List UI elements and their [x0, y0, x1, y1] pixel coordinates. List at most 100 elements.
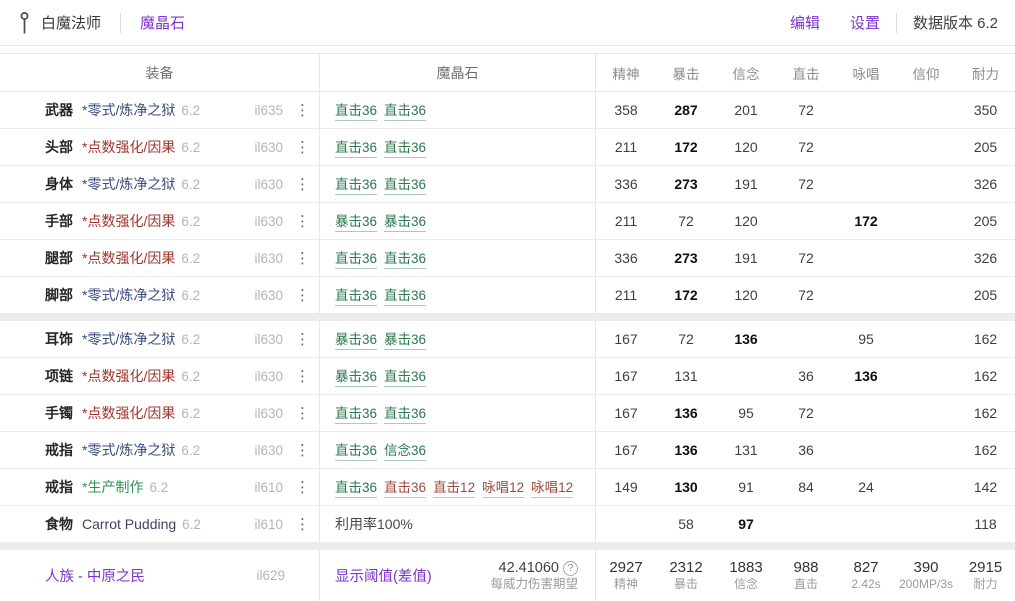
stat-value: 273 [656, 176, 716, 192]
materia-cell: 利用率100% [320, 506, 596, 542]
show-threshold-link[interactable]: 显示阈值(差值) [335, 565, 432, 586]
stat-value: 167 [596, 331, 656, 347]
tab-materia[interactable]: 魔晶石 [140, 12, 185, 33]
stat-value: 136 [836, 368, 896, 384]
race-link[interactable]: 人族 - 中原之民 [45, 565, 145, 586]
kebab-menu-icon[interactable]: ⋮ [295, 175, 307, 193]
materia-link[interactable]: 直击36 [335, 476, 377, 498]
total-stat-label: 信念 [716, 577, 776, 592]
slot-label: 脚部 [45, 285, 73, 305]
item-name-link[interactable]: *零式/炼净之狱 [82, 329, 175, 349]
stats-cell: 21117212072205 [596, 277, 1015, 313]
kebab-menu-icon[interactable]: ⋮ [295, 249, 307, 267]
edit-button[interactable]: 编辑 [790, 12, 820, 33]
topbar: 白魔法师 魔晶石 编辑 设置 数据版本 6.2 [0, 0, 1015, 46]
equipment-cell: 项链*点数强化/因果6.2il630⋮ [0, 358, 320, 394]
stats-cell: 21172120172205 [596, 203, 1015, 239]
table-row: 武器*零式/炼净之狱6.2il635⋮直击36直击363582872017235… [0, 92, 1015, 129]
table-row: 戒指*生产制作6.2il610⋮直击36直击36直击12咏唱12咏唱121491… [0, 469, 1015, 506]
materia-link[interactable]: 直击36 [384, 173, 426, 195]
stat-value: 336 [596, 176, 656, 192]
materia-link[interactable]: 直击36 [384, 247, 426, 269]
kebab-menu-icon[interactable]: ⋮ [295, 404, 307, 422]
materia-link[interactable]: 咏唱12 [531, 476, 573, 498]
slot-label: 手镯 [45, 403, 73, 423]
item-name-link[interactable]: *点数强化/因果 [82, 366, 175, 386]
materia-link[interactable]: 暴击36 [384, 328, 426, 350]
item-name-link[interactable]: *零式/炼净之狱 [82, 285, 175, 305]
stat-value: 201 [716, 102, 776, 118]
slot-label: 武器 [45, 100, 73, 120]
materia-cell: 直击36 直击36 直击12 咏唱12 咏唱12 [320, 469, 596, 505]
settings-button[interactable]: 设置 [850, 12, 880, 33]
stat-value: 72 [776, 287, 836, 303]
slot-label: 头部 [45, 137, 73, 157]
item-name-link[interactable]: *点数强化/因果 [82, 403, 175, 423]
materia-link[interactable]: 直击36 [384, 136, 426, 158]
materia-link[interactable]: 直击36 [335, 284, 377, 306]
materia-link[interactable]: 直击36 [384, 284, 426, 306]
header-equipment: 装备 [0, 54, 320, 91]
item-name-link[interactable]: *零式/炼净之狱 [82, 100, 175, 120]
materia-link[interactable]: 暴击36 [335, 328, 377, 350]
stat-value: 162 [956, 442, 1015, 458]
kebab-menu-icon[interactable]: ⋮ [295, 441, 307, 459]
item-name-link[interactable]: *点数强化/因果 [82, 211, 175, 231]
materia-link[interactable]: 直击36 [384, 476, 426, 498]
kebab-menu-icon[interactable]: ⋮ [295, 101, 307, 119]
materia-link[interactable]: 直击36 [335, 136, 377, 158]
equipment-cell: 戒指*零式/炼净之狱6.2il630⋮ [0, 432, 320, 468]
materia-link[interactable]: 信念36 [384, 439, 426, 461]
slot-label: 腿部 [45, 248, 73, 268]
header-stat-vitality: 耐力 [956, 63, 1015, 83]
kebab-menu-icon[interactable]: ⋮ [295, 138, 307, 156]
materia-link[interactable]: 直击36 [384, 365, 426, 387]
equipment-cell: 武器*零式/炼净之狱6.2il635⋮ [0, 92, 320, 128]
item-name-link[interactable]: *零式/炼净之狱 [82, 440, 175, 460]
stat-value: 350 [956, 102, 1015, 118]
materia-link[interactable]: 直击36 [335, 439, 377, 461]
totals-stats: 2927精神2312暴击1883信念988直击8272.42s390200MP/… [596, 550, 1015, 601]
slot-label: 戒指 [45, 477, 73, 497]
materia-link[interactable]: 暴击36 [335, 365, 377, 387]
materia-link[interactable]: 直击36 [384, 99, 426, 121]
total-stat-column: 390200MP/3s [896, 559, 956, 593]
kebab-menu-icon[interactable]: ⋮ [295, 367, 307, 385]
total-stat-value: 2915 [956, 559, 1015, 578]
item-name-link[interactable]: Carrot Pudding [82, 516, 176, 532]
item-name-link[interactable]: *点数强化/因果 [82, 137, 175, 157]
item-name-link[interactable]: *零式/炼净之狱 [82, 174, 175, 194]
help-icon[interactable]: ? [563, 561, 578, 576]
item-level: il630 [254, 443, 283, 458]
kebab-menu-icon[interactable]: ⋮ [295, 286, 307, 304]
stat-value: 95 [716, 405, 776, 421]
item-name-link[interactable]: *生产制作 [82, 477, 143, 497]
materia-link[interactable]: 暴击36 [335, 210, 377, 232]
materia-link[interactable]: 直击12 [433, 476, 475, 498]
materia-link[interactable]: 直击36 [384, 402, 426, 424]
stats-cell: 33627319172326 [596, 240, 1015, 276]
total-stat-label: 精神 [596, 577, 656, 592]
stat-value: 205 [956, 139, 1015, 155]
kebab-menu-icon[interactable]: ⋮ [295, 478, 307, 496]
materia-cell: 直击36 直击36 [320, 395, 596, 431]
materia-link[interactable]: 直击36 [335, 402, 377, 424]
kebab-menu-icon[interactable]: ⋮ [295, 330, 307, 348]
stat-value: 142 [956, 479, 1015, 495]
table-row: 戒指*零式/炼净之狱6.2il630⋮直击36信念361671361313616… [0, 432, 1015, 469]
stat-value: 167 [596, 368, 656, 384]
kebab-menu-icon[interactable]: ⋮ [295, 515, 307, 533]
kebab-menu-icon[interactable]: ⋮ [295, 212, 307, 230]
materia-link[interactable]: 直击36 [335, 247, 377, 269]
materia-link[interactable]: 直击36 [335, 99, 377, 121]
stat-value: 72 [776, 250, 836, 266]
item-name-link[interactable]: *点数强化/因果 [82, 248, 175, 268]
stat-value: 36 [776, 368, 836, 384]
stat-value: 287 [656, 102, 716, 118]
materia-link[interactable]: 直击36 [335, 173, 377, 195]
table-row: 身体*零式/炼净之狱6.2il630⋮直击36直击363362731917232… [0, 166, 1015, 203]
materia-link[interactable]: 咏唱12 [482, 476, 524, 498]
stats-cell: 35828720172350 [596, 92, 1015, 128]
materia-link[interactable]: 暴击36 [384, 210, 426, 232]
item-level: il630 [254, 288, 283, 303]
